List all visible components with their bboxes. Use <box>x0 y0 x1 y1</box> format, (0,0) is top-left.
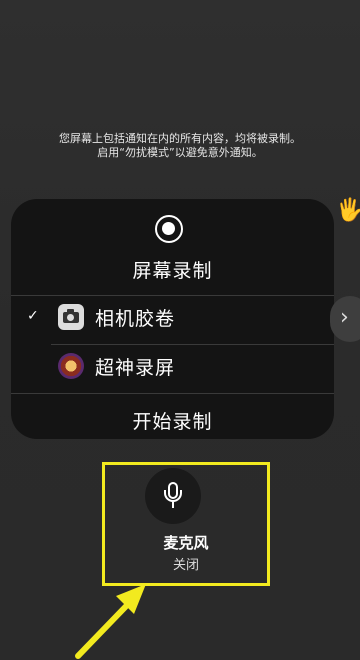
chevron-right-icon: › <box>340 305 349 330</box>
microphone-label: 麦克风 <box>163 534 209 552</box>
option-label: 超神录屏 <box>95 357 176 379</box>
option-camera-roll[interactable]: ✓ 相机胶卷 <box>11 296 334 342</box>
start-recording-button[interactable]: 开始录制 <box>11 407 334 434</box>
option-label: 相机胶卷 <box>95 308 176 330</box>
arrow-icon <box>75 584 146 659</box>
camera-icon <box>58 304 84 330</box>
privacy-notice: 您屏幕上包括通知在内的所有内容，均将被录制。 启用“勿扰模式”以避免意外通知。 <box>0 132 360 160</box>
microphone-button[interactable] <box>145 468 201 524</box>
divider <box>11 393 334 394</box>
option-screen-recorder-app[interactable]: 超神录屏 <box>11 345 334 391</box>
panel-title: 屏幕录制 <box>132 260 213 282</box>
notice-line-2: 启用“勿扰模式”以避免意外通知。 <box>97 146 263 159</box>
screen-recording-panel: 屏幕录制 ✓ 相机胶卷 超神录屏 开始录制 <box>11 199 334 439</box>
notice-line-1: 您屏幕上包括通知在内的所有内容，均将被录制。 <box>59 132 301 145</box>
hand-cursor-icon: 🖐 <box>336 198 360 223</box>
checkmark-icon: ✓ <box>27 308 39 324</box>
side-expand-button[interactable]: › <box>330 296 360 342</box>
record-icon <box>155 215 183 243</box>
app-icon <box>58 353 84 379</box>
